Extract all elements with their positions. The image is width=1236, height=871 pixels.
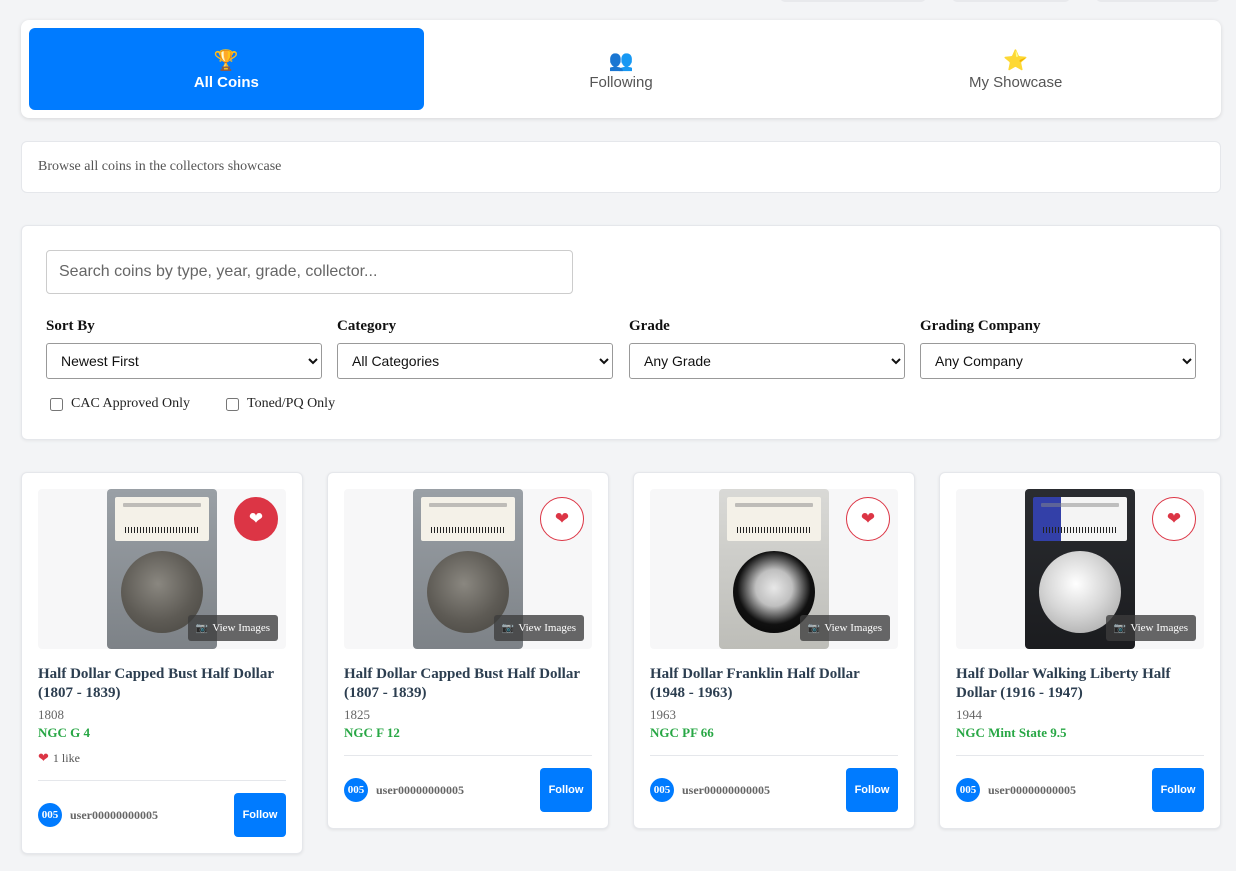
coin-year: 1944 [956,707,982,722]
favorite-heart-icon[interactable]: ❤ [234,497,278,541]
coin-grade: NGC Mint State 9.5 [956,725,1067,740]
camera-icon: 📷 [1113,622,1127,634]
toned-pq-checkbox[interactable] [226,397,239,411]
search-input[interactable] [46,250,573,294]
grade-filter: Grade Any Grade [629,318,905,379]
divider [650,755,898,756]
favorite-heart-icon[interactable]: ❤ [846,497,890,541]
company-filter: Grading Company Any Company [920,318,1196,379]
coin-title[interactable]: Half Dollar Walking Liberty Half Dollar … [956,665,1204,703]
username[interactable]: user00000000005 [376,783,464,798]
sort-select[interactable]: Newest First [46,343,322,379]
coin-year: 1808 [38,707,64,722]
coin-card[interactable]: ❤ 📷 View Images Half Dollar Capped Bust … [21,472,303,854]
tab-following[interactable]: 👥 Following [424,28,819,110]
avatar: 005 [344,778,368,802]
like-count: ❤ 1 like [38,751,80,766]
tab-my-showcase[interactable]: ⭐ My Showcase [818,28,1213,110]
top-ghost-button[interactable] [952,0,1070,2]
username[interactable]: user00000000005 [682,783,770,798]
coin-image[interactable]: ❤ 📷 View Images [344,489,592,649]
category-select[interactable]: All Categories [337,343,613,379]
sort-filter: Sort By Newest First [46,318,322,379]
camera-icon: 📷 [807,622,821,634]
checkbox-row: CAC Approved Only Toned/PQ Only [50,396,335,412]
trophy-icon: 🏆 [213,47,239,72]
cac-approved-label: CAC Approved Only [71,396,190,411]
username[interactable]: user00000000005 [70,808,158,823]
coin-title[interactable]: Half Dollar Franklin Half Dollar (1948 -… [650,665,898,703]
coin-card[interactable]: ❤ 📷 View Images Half Dollar Capped Bust … [327,472,609,829]
people-icon: 👥 [608,47,634,72]
tab-all-coins[interactable]: 🏆 All Coins [29,28,424,110]
collector[interactable]: 005 user00000000005 [38,803,158,827]
grade-label: Grade [629,318,670,334]
coin-image[interactable]: ❤ 📷 View Images [650,489,898,649]
top-strip [0,0,1236,8]
follow-button[interactable]: Follow [234,793,286,837]
avatar: 005 [38,803,62,827]
toned-pq-label: Toned/PQ Only [247,396,336,411]
coin-grade: NGC G 4 [38,725,90,740]
follow-button[interactable]: Follow [1152,768,1204,812]
coin-year: 1825 [344,707,370,722]
collector[interactable]: 005 user00000000005 [956,778,1076,802]
top-ghost-button[interactable] [780,0,926,2]
cac-approved-checkbox[interactable] [50,397,63,411]
tab-label: Following [589,73,653,91]
favorite-heart-icon[interactable]: ❤ [540,497,584,541]
avatar: 005 [650,778,674,802]
coin-title[interactable]: Half Dollar Capped Bust Half Dollar (180… [38,665,286,703]
collector[interactable]: 005 user00000000005 [650,778,770,802]
top-ghost-button[interactable] [1096,0,1220,2]
card-footer: 005 user00000000005 Follow [344,768,592,812]
follow-button[interactable]: Follow [540,768,592,812]
card-footer: 005 user00000000005 Follow [38,793,286,837]
category-label: Category [337,318,397,334]
filter-panel: Sort By Newest First Category All Catego… [21,225,1221,440]
coin-title[interactable]: Half Dollar Capped Bust Half Dollar (180… [344,665,592,703]
coin-image[interactable]: ❤ 📷 View Images [38,489,286,649]
coin-card[interactable]: ❤ 📷 View Images Half Dollar Walking Libe… [939,472,1221,829]
toned-pq-option[interactable]: Toned/PQ Only [226,396,335,412]
card-footer: 005 user00000000005 Follow [650,768,898,812]
company-label: Grading Company [920,318,1041,334]
username[interactable]: user00000000005 [988,783,1076,798]
category-filter: Category All Categories [337,318,613,379]
view-images-button[interactable]: 📷 View Images [1105,615,1196,641]
favorite-heart-icon[interactable]: ❤ [1152,497,1196,541]
divider [344,755,592,756]
coin-card[interactable]: ❤ 📷 View Images Half Dollar Franklin Hal… [633,472,915,829]
tab-label: All Coins [193,73,259,91]
page-description: Browse all coins in the collectors showc… [21,141,1221,193]
star-icon: ⭐ [1003,47,1029,72]
view-images-button[interactable]: 📷 View Images [799,615,890,641]
coin-year: 1963 [650,707,676,722]
divider [956,755,1204,756]
coin-grade: NGC PF 66 [650,725,714,740]
cac-approved-option[interactable]: CAC Approved Only [50,396,190,412]
company-select[interactable]: Any Company [920,343,1196,379]
tab-bar: 🏆 All Coins 👥 Following ⭐ My Showcase [21,20,1221,118]
camera-icon: 📷 [195,622,209,634]
card-footer: 005 user00000000005 Follow [956,768,1204,812]
view-images-button[interactable]: 📷 View Images [493,615,584,641]
tab-label: My Showcase [968,73,1063,91]
collector[interactable]: 005 user00000000005 [344,778,464,802]
divider [38,780,286,781]
coin-image[interactable]: ❤ 📷 View Images [956,489,1204,649]
camera-icon: 📷 [501,622,515,634]
follow-button[interactable]: Follow [846,768,898,812]
coin-grade: NGC F 12 [344,725,400,740]
heart-icon: ❤ [38,751,49,766]
sort-label: Sort By [46,318,95,334]
grade-select[interactable]: Any Grade [629,343,905,379]
view-images-button[interactable]: 📷 View Images [187,615,278,641]
avatar: 005 [956,778,980,802]
